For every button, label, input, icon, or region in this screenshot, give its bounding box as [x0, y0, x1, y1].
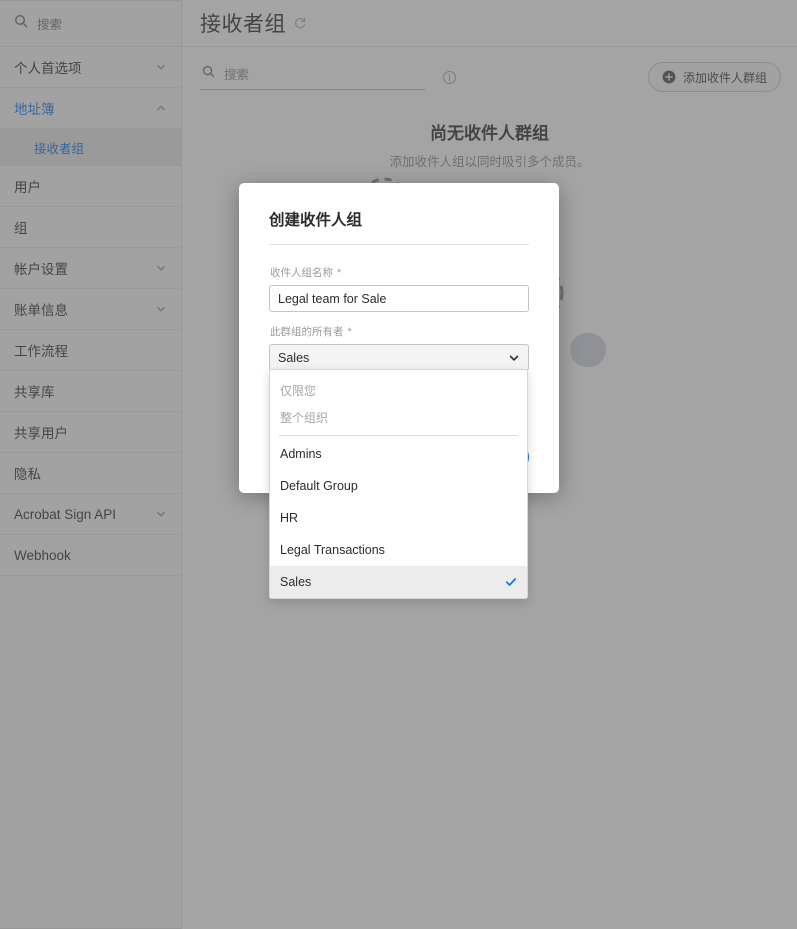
- dropdown-option-label: HR: [280, 511, 299, 525]
- dropdown-option-sales[interactable]: Sales: [270, 566, 527, 598]
- group-name-value: Legal team for Sale: [278, 291, 387, 306]
- dropdown-group-header-label: 整个组织: [280, 411, 329, 425]
- group-name-label: 收件人组名称 *: [270, 265, 529, 280]
- group-owner-select[interactable]: Sales: [269, 344, 529, 371]
- chevron-down-icon: [508, 352, 520, 364]
- group-owner-label-text: 此群组的所有者: [270, 326, 344, 338]
- dropdown-group-header-only-you: 仅限您: [270, 377, 527, 404]
- dropdown-option-admins[interactable]: Admins: [270, 438, 527, 470]
- dialog-title: 创建收件人组: [269, 212, 363, 229]
- dropdown-group-header-label: 仅限您: [280, 384, 317, 398]
- required-marker: *: [347, 325, 352, 338]
- dropdown-option-default-group[interactable]: Default Group: [270, 470, 527, 502]
- required-marker: *: [337, 266, 342, 279]
- group-owner-selected-value: Sales: [278, 350, 310, 365]
- group-owner-label: 此群组的所有者 *: [270, 324, 529, 339]
- dropdown-option-label: Admins: [280, 447, 322, 461]
- dropdown-option-label: Legal Transactions: [280, 543, 385, 557]
- dropdown-group-header-entire-org: 整个组织: [270, 404, 527, 431]
- group-owner-dropdown: 仅限您 整个组织 Admins Default Group HR Legal T…: [269, 369, 528, 599]
- dropdown-option-label: Sales: [280, 575, 312, 589]
- group-name-input[interactable]: Legal team for Sale: [269, 285, 529, 312]
- dialog-divider: [269, 244, 529, 245]
- dropdown-option-hr[interactable]: HR: [270, 502, 527, 534]
- check-icon: [505, 576, 517, 588]
- create-recipient-group-dialog: 创建收件人组 收件人组名称 * Legal team for Sale 此群组的…: [239, 183, 559, 599]
- dropdown-separator: [279, 435, 518, 436]
- dropdown-option-legal-transactions[interactable]: Legal Transactions: [270, 534, 527, 566]
- group-name-label-text: 收件人组名称: [270, 267, 333, 279]
- dropdown-option-label: Default Group: [280, 479, 358, 493]
